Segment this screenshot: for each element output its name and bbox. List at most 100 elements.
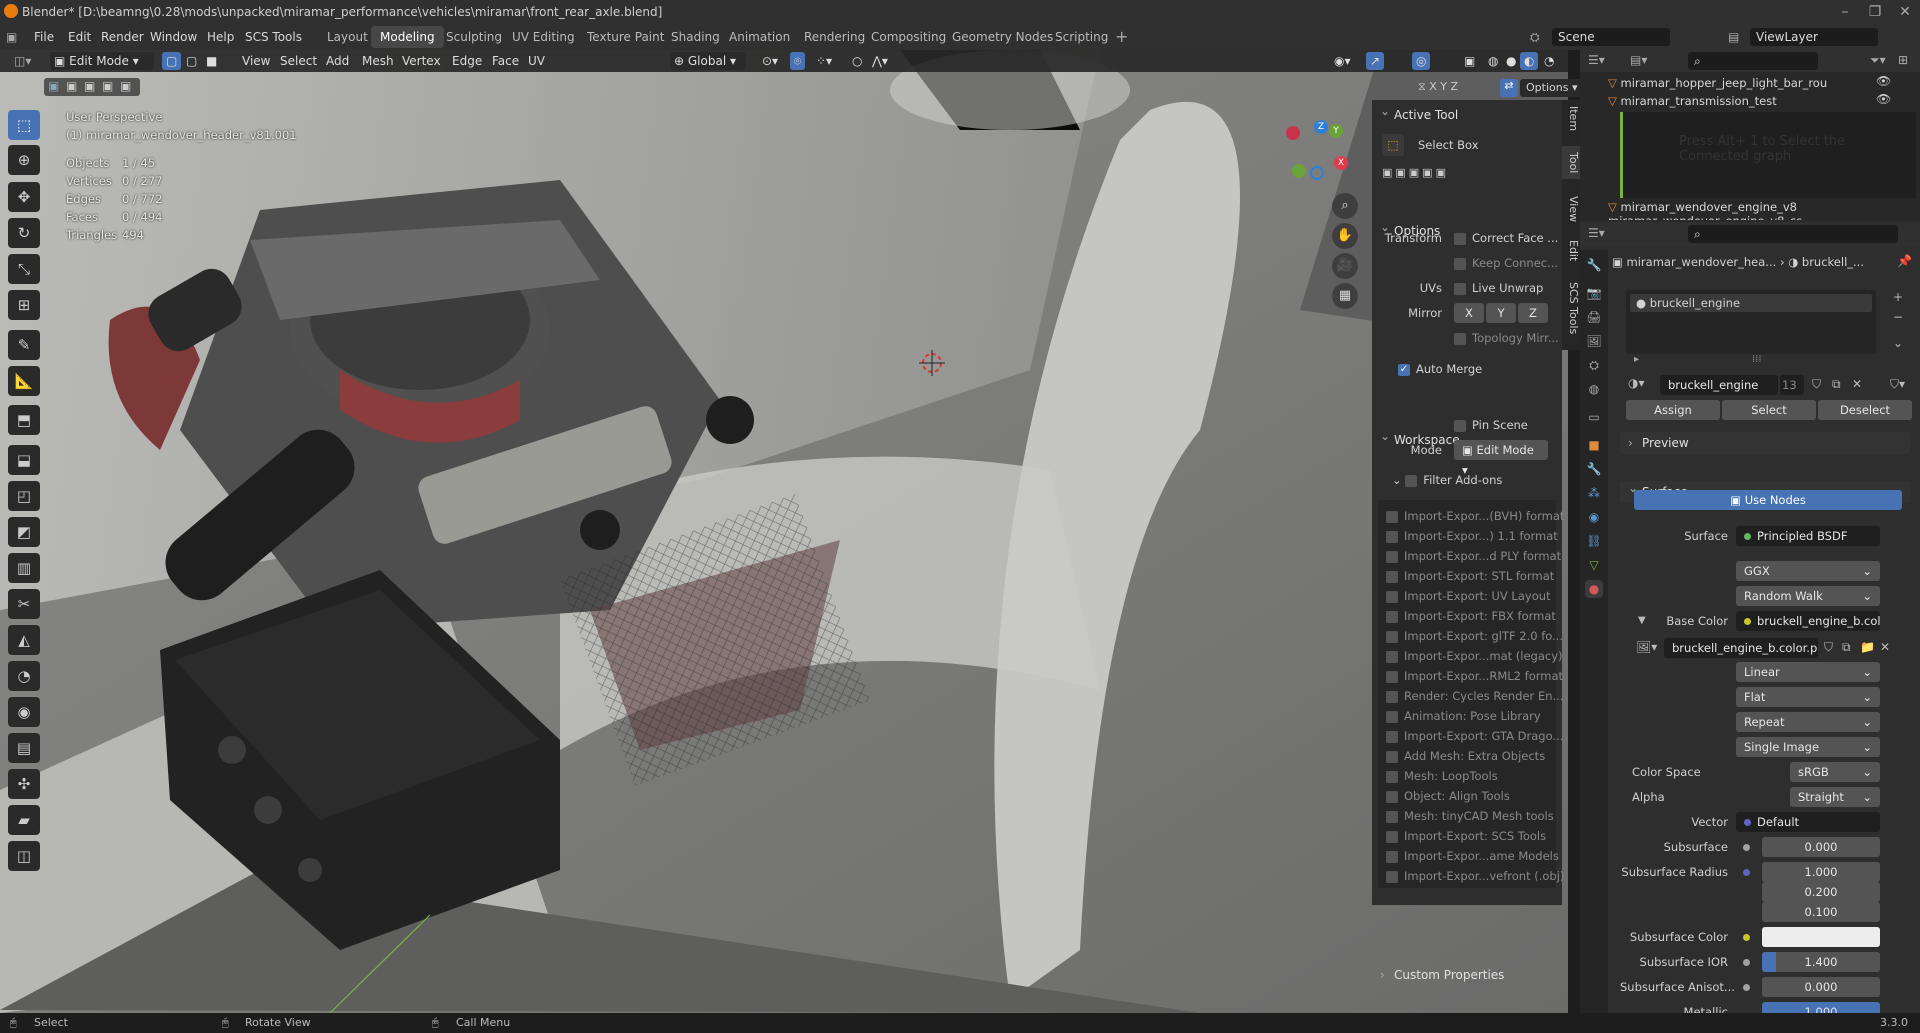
distribution-select[interactable]: GGX ⌄ [1736, 561, 1880, 581]
metallic-slider[interactable]: 1.000 [1762, 1002, 1880, 1013]
filter-addons-toggle[interactable]: ⌄ Filter Add-ons [1392, 470, 1502, 490]
editor-type-icon[interactable]: ▣ [6, 30, 17, 44]
image-name-field[interactable]: bruckell_engine_b.color.png [1664, 638, 1818, 658]
tab-tool[interactable]: Tool [1562, 146, 1580, 180]
link-dropdown-icon[interactable]: ⛉▾ [1890, 377, 1905, 392]
material-shading-icon[interactable]: ◐ [1520, 52, 1539, 70]
annotate-tool-icon[interactable]: ✎ [8, 330, 40, 360]
xray-icon[interactable]: ▣ [1460, 52, 1479, 70]
scene-field[interactable]: Scene [1552, 28, 1670, 46]
eye-icon[interactable]: 👁 [1876, 92, 1891, 106]
subsurface-method-select[interactable]: Random Walk ⌄ [1736, 586, 1880, 606]
rip-region-tool-icon[interactable]: ◫ [8, 841, 40, 871]
gizmo-z-axis[interactable]: Z [1314, 120, 1328, 134]
custom-properties-header[interactable]: Custom Properties [1372, 964, 1562, 986]
subsurface-field[interactable]: 0.000 [1762, 837, 1880, 857]
loop-cut-tool-icon[interactable]: ▥ [8, 553, 40, 583]
editor-type-icon[interactable]: ◫▾ [10, 52, 35, 70]
maximize-icon[interactable]: ❐ [1860, 2, 1890, 22]
wireframe-shading-icon[interactable]: ◍ [1484, 52, 1502, 70]
addon-item[interactable]: Import-Export: glTF 2.0 fo... [1386, 626, 1563, 646]
gizmo-y-axis[interactable]: Y [1329, 124, 1343, 138]
correct-face-checkbox[interactable]: Correct Face ... [1454, 228, 1558, 248]
properties-search[interactable]: ⌕ [1688, 225, 1898, 243]
tab-edit[interactable]: Edit [1562, 234, 1580, 267]
select-subtract-icon[interactable]: ▣ [84, 79, 95, 93]
surface-shader-field[interactable]: Principled BSDF [1736, 526, 1880, 546]
bevel-tool-icon[interactable]: ◩ [8, 517, 40, 547]
snap-target-icon[interactable]: ⁘▾ [812, 52, 836, 70]
addon-item[interactable]: Animation: Pose Library [1386, 706, 1541, 726]
tool-tab-icon[interactable]: 🔧 [1585, 256, 1603, 274]
menu-uv[interactable]: UV [524, 52, 549, 70]
cursor-tool-icon[interactable]: ⊕ [8, 145, 40, 175]
addon-item[interactable]: Import-Export: SCS Tools [1386, 826, 1546, 846]
mirror-axis-z[interactable]: Z [1451, 80, 1459, 93]
duplicate-material-icon[interactable]: ⧉ [1832, 377, 1841, 392]
pan-hand-icon[interactable]: ✋ [1332, 223, 1358, 249]
vector-field[interactable]: Default [1736, 812, 1880, 832]
knife-tool-icon[interactable]: ✂ [8, 589, 40, 619]
face-select-icon[interactable]: ■ [202, 52, 221, 70]
add-slot-icon[interactable]: + [1893, 290, 1903, 304]
rendered-shading-icon[interactable]: ◔ [1540, 52, 1558, 70]
mirror-x-toggle[interactable]: X [1454, 303, 1484, 323]
select-intersect-icon[interactable]: ▣ [120, 79, 131, 93]
material-tab-icon[interactable]: ● [1585, 580, 1603, 598]
material-slot-row[interactable]: ● bruckell_engine [1630, 294, 1872, 312]
use-nodes-button[interactable]: ▣ Use Nodes [1634, 490, 1902, 510]
ortho-grid-icon[interactable]: ▦ [1332, 283, 1358, 309]
properties-editor-type-icon[interactable]: ☰▾ [1588, 226, 1605, 240]
subsurface-radius-y[interactable]: 0.200 [1762, 882, 1880, 902]
fake-user-shield-icon[interactable]: ⛉ [1812, 377, 1821, 392]
minimize-icon[interactable]: – [1830, 2, 1860, 22]
resize-grip-icon[interactable]: ⁞⁞⁞ [1752, 354, 1762, 365]
assign-button[interactable]: Assign [1626, 400, 1720, 420]
remove-slot-icon[interactable]: − [1893, 310, 1903, 324]
auto-merge-header-icon[interactable]: ⇄ [1500, 79, 1518, 97]
select-invert-icon[interactable]: ▣ [102, 79, 113, 93]
addon-item[interactable]: Add Mesh: Extra Objects [1386, 746, 1545, 766]
topology-mirror-checkbox[interactable]: Topology Mirr... [1454, 328, 1559, 348]
navigation-gizmo[interactable]: Z Y X [1280, 120, 1350, 180]
mode-select[interactable]: ▣ Edit Mode ▾ [1454, 440, 1548, 477]
measure-tool-icon[interactable]: 📐 [8, 366, 40, 396]
transform-tool-icon[interactable]: ⊞ [8, 290, 40, 320]
menu-edit[interactable]: Edit [68, 30, 91, 44]
orientation-dropdown[interactable]: ⊕ Global ▾ [670, 52, 746, 70]
slot-specials-icon[interactable]: ⌄ [1893, 336, 1903, 350]
menu-vertex[interactable]: Vertex [398, 52, 445, 70]
addon-item[interactable]: Import-Expor...vefront (.obj) [1386, 866, 1564, 886]
select-button[interactable]: Select [1722, 400, 1816, 420]
projection-select[interactable]: Flat ⌄ [1736, 687, 1880, 707]
menu-add[interactable]: Add [322, 52, 353, 70]
select-box-tool-icon[interactable]: ⬚ [8, 110, 40, 140]
3d-viewport[interactable] [0, 50, 1568, 1013]
close-icon[interactable]: ✕ [1890, 2, 1920, 22]
live-unwrap-checkbox[interactable]: Live Unwrap [1454, 278, 1543, 298]
output-tab-icon[interactable]: 🖨 [1585, 308, 1603, 326]
pin-icon[interactable]: 📌 [1897, 254, 1912, 268]
solid-shading-icon[interactable]: ● [1502, 52, 1520, 70]
subsurface-radius-z[interactable]: 0.100 [1762, 902, 1880, 922]
gizmo-neg-y-icon[interactable] [1292, 164, 1306, 178]
addon-item[interactable]: Import-Expor...) 1.1 format [1386, 526, 1558, 546]
subsurface-ior-slider[interactable]: 1.400 [1762, 952, 1880, 972]
auto-merge-checkbox[interactable]: ✓ Auto Merge [1398, 359, 1482, 379]
tab-geometry-nodes[interactable]: Geometry Nodes [943, 26, 1062, 48]
addon-item[interactable]: Import-Expor...d PLY format [1386, 546, 1561, 566]
gizmo-icon[interactable]: ↗ [1366, 52, 1385, 70]
keep-connected-checkbox[interactable]: Keep Connec... [1454, 253, 1558, 273]
outliner-item-2[interactable]: ▽ miramar_transmission_test [1608, 92, 1777, 110]
gizmo-x-axis[interactable]: X [1334, 156, 1348, 170]
base-color-field[interactable]: bruckell_engine_b.color... [1736, 611, 1880, 631]
render-tab-icon[interactable]: 📷 [1585, 284, 1603, 302]
image-browse-icon[interactable]: 🖼▾ [1636, 640, 1657, 654]
spin-tool-icon[interactable]: ◔ [8, 661, 40, 691]
image-fake-user-icon[interactable]: ⛉ [1824, 640, 1833, 655]
subsurface-color-swatch[interactable] [1762, 927, 1880, 947]
menu-mesh[interactable]: Mesh [358, 52, 398, 70]
scale-tool-icon[interactable]: ⤡ [8, 254, 40, 284]
tab-scripting[interactable]: Scripting [1046, 26, 1117, 48]
addon-item[interactable]: Import-Export: UV Layout [1386, 586, 1551, 606]
